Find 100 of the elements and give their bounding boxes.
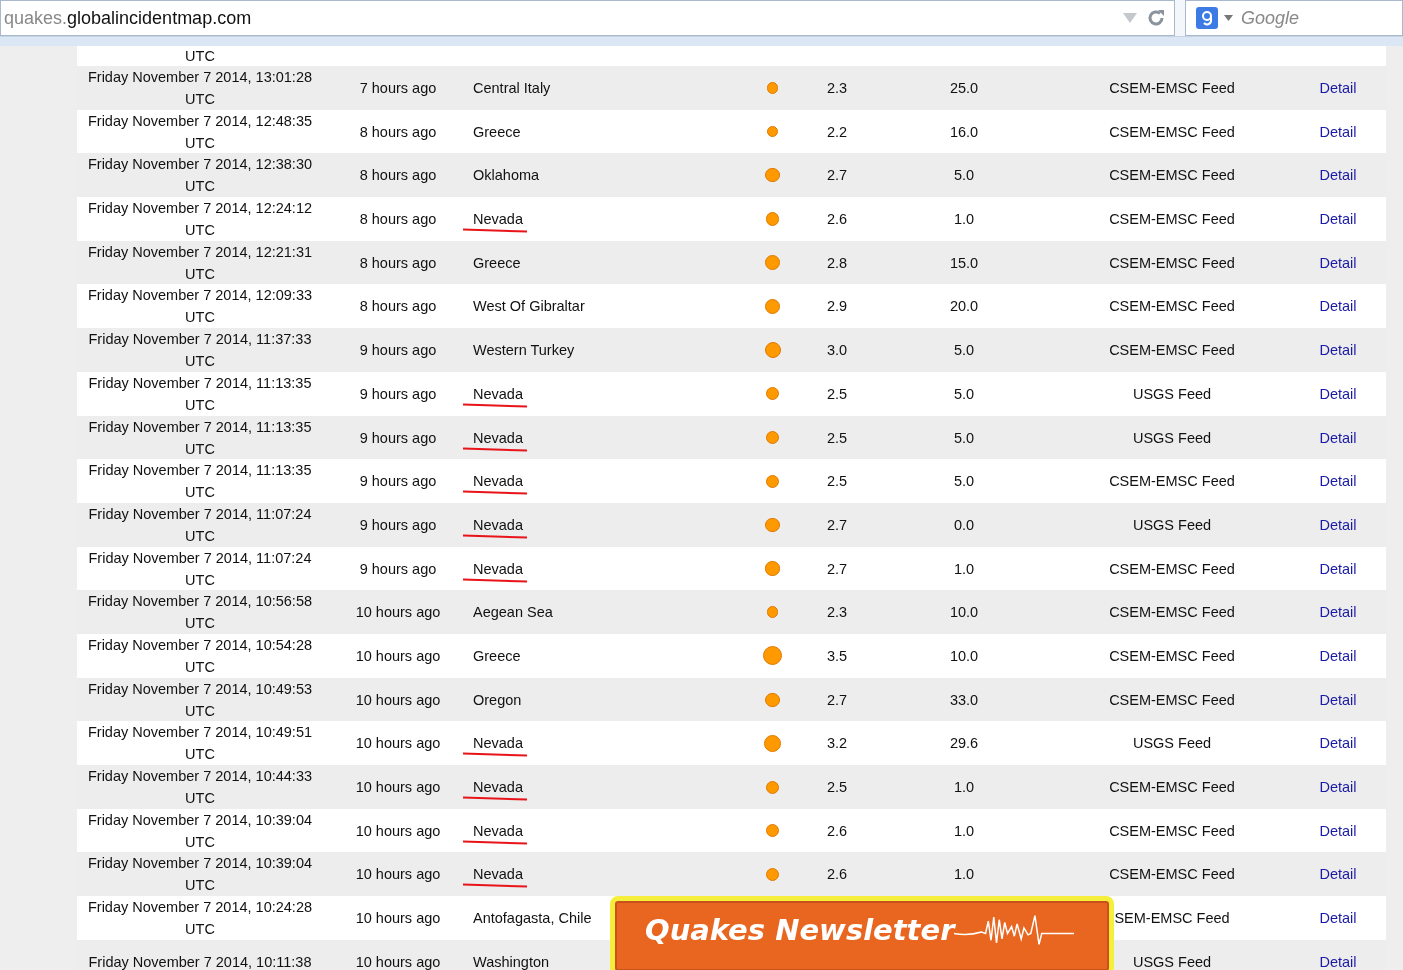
detail-link[interactable]: Detail xyxy=(1290,123,1386,140)
location-cell: Western Turkey xyxy=(473,342,575,359)
date-cell-text: Friday November 7 2014, 11:13:35 UTC xyxy=(87,373,313,415)
depth-cell-text: 5.0 xyxy=(952,342,976,359)
detail-link[interactable]: Detail xyxy=(1290,473,1386,490)
date-cell-text: Friday November 7 2014, 10:39:04 UTC xyxy=(86,810,314,852)
date-cell-text: Friday November 7 2014, 10:56:58 UTC xyxy=(86,592,314,634)
search-engine-icon[interactable] xyxy=(1196,7,1218,29)
magnitude-cell-text: 2.7 xyxy=(825,516,849,533)
date-cell-text: Friday November 7 2014, 12:38:30 UTC xyxy=(86,155,314,197)
detail-link[interactable]: Detail xyxy=(1290,953,1386,970)
depth-cell-text: 0.0 xyxy=(952,516,976,533)
source-cell-text: USGS Feed xyxy=(1131,429,1213,446)
location-cell: Nevada xyxy=(473,779,523,795)
source-cell-text: USGS Feed xyxy=(1131,385,1213,402)
depth-cell-text: 16.0 xyxy=(948,123,980,140)
magnitude-dot xyxy=(764,342,781,359)
magnitude-dot xyxy=(766,126,779,138)
magnitude-cell-text: 2.6 xyxy=(825,211,849,228)
detail-link[interactable]: Detail xyxy=(1290,516,1386,533)
age-cell-text: 9 hours ago xyxy=(358,342,438,359)
detail-link[interactable]: Detail xyxy=(1290,560,1386,577)
location-cell: Washington xyxy=(473,953,550,970)
source-cell-text: SEM-EMSC Feed xyxy=(1113,910,1231,927)
magnitude-dot xyxy=(764,298,781,315)
magnitude-cell-text: 2.3 xyxy=(825,80,849,96)
address-bar[interactable]: quakes.globalincidentmap.com xyxy=(0,0,1175,36)
location-cell: Greece xyxy=(473,123,521,140)
detail-link[interactable]: Detail xyxy=(1290,822,1386,839)
date-cell-text: Friday November 7 2014, 11:07:24 UTC xyxy=(87,504,313,546)
detail-link[interactable]: Detail xyxy=(1290,647,1386,664)
search-field[interactable]: Google xyxy=(1185,0,1403,36)
source-cell-text: CSEM-EMSC Feed xyxy=(1108,822,1236,839)
magnitude-dot xyxy=(766,474,779,488)
magnitude-dot xyxy=(765,168,780,183)
detail-link[interactable]: Detail xyxy=(1290,211,1386,228)
age-cell-text: 10 hours ago xyxy=(354,953,442,970)
magnitude-cell-text: 2.9 xyxy=(825,298,849,315)
source-cell-text: CSEM-EMSC Feed xyxy=(1108,211,1236,228)
detail-link[interactable]: Detail xyxy=(1290,910,1386,927)
magnitude-dot xyxy=(766,431,779,444)
detail-link[interactable]: Detail xyxy=(1290,385,1386,402)
url-text: quakes.globalincidentmap.com xyxy=(4,7,253,29)
magnitude-cell-text: 3.0 xyxy=(825,342,849,359)
source-cell-text: CSEM-EMSC Feed xyxy=(1108,298,1236,315)
detail-link[interactable]: Detail xyxy=(1290,779,1386,795)
depth-cell-text: 10.0 xyxy=(948,647,980,664)
magnitude-dot xyxy=(765,867,780,882)
depth-cell-text: 1.0 xyxy=(952,822,976,839)
dropdown-icon[interactable] xyxy=(1224,15,1233,21)
detail-link[interactable]: Detail xyxy=(1290,866,1386,883)
depth-cell-text: 1.0 xyxy=(952,211,976,228)
detail-link[interactable]: Detail xyxy=(1290,254,1386,271)
depth-cell-text: 33.0 xyxy=(948,691,980,708)
banner-title: Quakes Newsletter xyxy=(645,913,955,947)
source-cell-text: USGS Feed xyxy=(1131,516,1213,533)
age-cell-text: 8 hours ago xyxy=(358,254,438,271)
detail-link[interactable]: Detail xyxy=(1290,167,1386,184)
detail-link[interactable]: Detail xyxy=(1290,691,1386,708)
detail-link[interactable]: Detail xyxy=(1290,429,1386,446)
date-cell-text: Friday November 7 2014, 10:11:38 xyxy=(87,952,313,970)
location-cell: Nevada xyxy=(473,473,523,490)
magnitude-dot xyxy=(765,823,780,838)
detail-link[interactable]: Detail xyxy=(1290,298,1386,315)
magnitude-cell-text: 3.2 xyxy=(825,735,849,752)
age-cell-text: 9 hours ago xyxy=(358,516,438,533)
reload-icon[interactable] xyxy=(1146,8,1166,28)
source-cell-text: USGS Feed xyxy=(1131,953,1213,970)
date-cell-text: Friday November 7 2014, 12:48:35 UTC xyxy=(86,111,314,153)
magnitude-cell-text: 2.5 xyxy=(825,385,849,402)
detail-link[interactable]: Detail xyxy=(1290,342,1386,359)
magnitude-cell-text: 2.3 xyxy=(825,604,849,621)
source-cell-text: CSEM-EMSC Feed xyxy=(1108,80,1236,96)
location-cell: Greece xyxy=(473,647,521,664)
depth-cell-text: 29.6 xyxy=(948,735,980,752)
magnitude-cell-text: 2.8 xyxy=(825,254,849,271)
detail-link[interactable]: Detail xyxy=(1290,80,1386,96)
source-cell-text: CSEM-EMSC Feed xyxy=(1108,473,1236,490)
location-cell: Nevada xyxy=(473,429,523,446)
magnitude-dot xyxy=(765,561,780,576)
detail-link[interactable]: Detail xyxy=(1290,735,1386,752)
date-cell-text: Friday November 7 2014, 10:49:53 UTC xyxy=(86,679,314,721)
date-cell-text: Friday November 7 2014, 10:39:04 UTC xyxy=(86,854,314,896)
magnitude-dot xyxy=(765,255,780,271)
magnitude-dot xyxy=(766,606,779,619)
depth-cell-text: 1.0 xyxy=(952,866,976,883)
age-cell-text: 9 hours ago xyxy=(358,560,438,577)
depth-cell-text: 5.0 xyxy=(952,429,976,446)
source-cell-text: CSEM-EMSC Feed xyxy=(1108,560,1236,577)
age-cell-text: 10 hours ago xyxy=(354,779,442,795)
magnitude-cell-text: 2.7 xyxy=(825,167,849,184)
date-cell-text: Friday November 7 2014, 11:07:24 UTC xyxy=(87,548,313,590)
detail-link[interactable]: Detail xyxy=(1290,604,1386,621)
search-input[interactable]: Google xyxy=(1239,6,1383,30)
location-cell: Oregon xyxy=(473,691,522,708)
magnitude-dot xyxy=(766,387,779,401)
location-cell: Antofagasta, Chile xyxy=(473,910,592,927)
magnitude-dot xyxy=(766,82,779,94)
date-cell-text: UTC xyxy=(184,47,216,66)
depth-cell-text: 20.0 xyxy=(948,298,980,315)
